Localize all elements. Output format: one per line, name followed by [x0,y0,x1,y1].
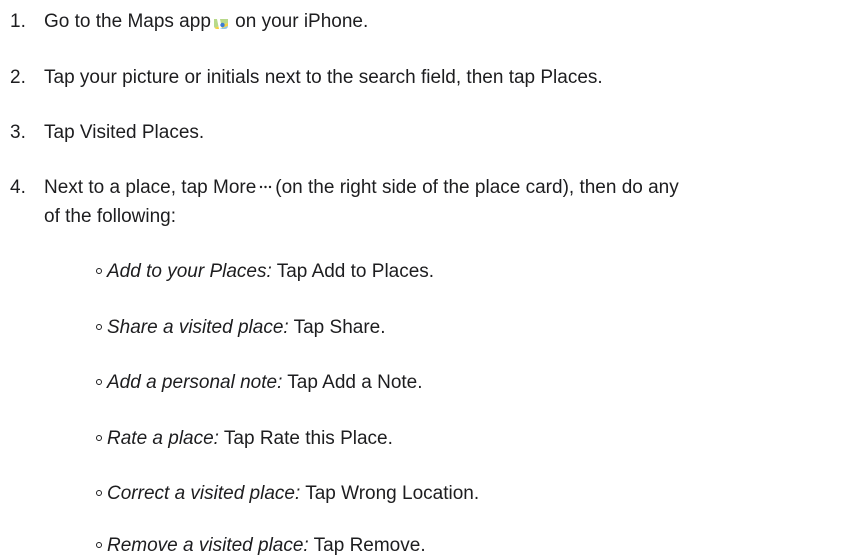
substep-text: Tap Add to Places. [276,261,435,282]
step-1: 1. Go to the Maps app on your iPhone. [0,7,368,36]
bullet-icon [96,324,102,330]
bullet-icon [96,268,102,274]
maps-app-icon [213,14,228,29]
step-3: 3. Tap Visited Places. [0,118,204,147]
substep-rate-place: Rate a place: Tap Rate this Place. [96,424,393,453]
step-2: 2. Tap your picture or initials next to … [0,63,603,92]
substep-text: Tap Rate this Place. [223,428,393,449]
bullet-icon [96,435,102,441]
step-number: 4. [10,177,26,198]
bullet-icon [96,542,102,548]
substep-label: Add to your Places: [107,261,272,282]
substep-add-to-places: Add to your Places: Tap Add to Places. [96,257,435,286]
step-text: Go to the Maps app on your iPhone. [44,11,369,32]
substep-label: Remove a visited place: [107,535,309,556]
step-number: 3. [10,122,26,143]
substep-share: Share a visited place: Tap Share. [96,313,386,342]
substep-label: Rate a place: [107,428,219,449]
substep-label: Share a visited place: [107,317,289,338]
substep-text: Tap Wrong Location. [305,483,480,504]
substep-add-note: Add a personal note: Tap Add a Note. [96,368,423,397]
substep-text: Tap Remove. [313,535,426,556]
step-text: Tap Visited Places. [44,122,205,143]
bullet-icon [96,490,102,496]
substep-text: Tap Add a Note. [287,372,423,393]
substep-label: Correct a visited place: [107,483,301,504]
step-4: 4. Next to a place, tap More (on the rig… [0,173,858,231]
substep-remove-place: Remove a visited place: Tap Remove. [96,531,426,560]
step-number: 2. [10,67,26,88]
step-text: Tap your picture or initials next to the… [44,67,603,88]
step-number: 1. [10,11,26,32]
substep-label: Add a personal note: [107,372,283,393]
substep-text: Tap Share. [293,317,386,338]
more-ellipsis-icon [258,173,273,189]
step-text: Next to a place, tap More (on the right … [44,173,858,202]
substep-correct-place: Correct a visited place: Tap Wrong Locat… [96,479,480,508]
step-text-line2: of the following: [44,206,177,227]
bullet-icon [96,379,102,385]
